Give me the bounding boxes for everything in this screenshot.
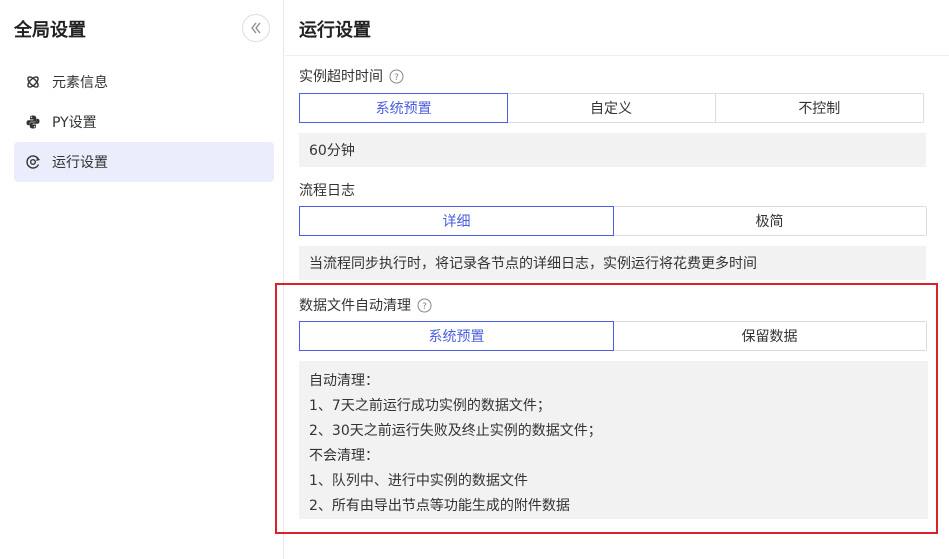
sidebar-nav: 元素信息 PY设置 运行设置	[14, 62, 274, 182]
cleanup-option-keep-data[interactable]: 保留数据	[613, 322, 926, 350]
log-option-detailed[interactable]: 详细	[299, 206, 614, 236]
timeout-label: 实例超时时间	[299, 69, 383, 85]
cleanup-rule-line: 1、7天之前运行成功实例的数据文件；	[309, 398, 551, 414]
sidebar-item-run-settings[interactable]: 运行设置	[14, 142, 274, 182]
log-option-minimal[interactable]: 极简	[613, 207, 926, 235]
cleanup-rule-line: 自动清理：	[309, 373, 379, 389]
timeout-option-system-preset[interactable]: 系统预置	[299, 93, 509, 123]
timeout-segmented-control: 系统预置 自定义 不控制	[299, 93, 924, 123]
element-icon	[24, 73, 42, 91]
sidebar: 全局设置 元素信息 PY设置 运行设置	[0, 0, 284, 559]
sidebar-title: 全局设置	[14, 20, 86, 41]
svg-text:?: ?	[394, 73, 399, 83]
cleanup-rule-line: 1、队列中、进行中实例的数据文件	[309, 473, 528, 489]
double-chevron-left-icon	[251, 22, 261, 34]
log-label: 流程日志	[299, 183, 355, 199]
python-icon	[24, 113, 42, 131]
cleanup-segmented-control: 系统预置 保留数据	[299, 321, 927, 351]
cleanup-option-system-preset[interactable]: 系统预置	[299, 321, 614, 351]
run-settings-icon	[24, 153, 42, 171]
svg-text:?: ?	[422, 302, 427, 312]
help-icon[interactable]: ?	[417, 298, 432, 313]
sidebar-item-py-settings[interactable]: PY设置	[14, 102, 274, 142]
page-title: 运行设置	[299, 20, 371, 41]
sidebar-item-label: 运行设置	[52, 155, 108, 171]
log-description: 当流程同步执行时，将记录各节点的详细日志，实例运行将花费更多时间	[299, 246, 926, 280]
timeout-value: 60分钟	[299, 133, 926, 167]
timeout-section-label: 实例超时时间 ?	[299, 66, 404, 86]
log-segmented-control: 详细 极简	[299, 206, 927, 236]
main-panel: 运行设置 实例超时时间 ? 系统预置 自定义 不控制 60分钟 流程日志 详细 …	[285, 0, 949, 559]
timeout-option-no-limit[interactable]: 不控制	[715, 94, 923, 122]
cleanup-rules: 自动清理： 1、7天之前运行成功实例的数据文件； 2、30天之前运行失败及终止实…	[299, 361, 928, 519]
cleanup-label: 数据文件自动清理	[299, 298, 411, 314]
sidebar-item-element-info[interactable]: 元素信息	[14, 62, 274, 102]
cleanup-rule-line: 2、所有由导出节点等功能生成的附件数据	[309, 498, 570, 514]
collapse-sidebar-button[interactable]	[242, 14, 270, 42]
cleanup-rule-line: 2、30天之前运行失败及终止实例的数据文件；	[309, 423, 602, 439]
cleanup-section-label: 数据文件自动清理 ?	[299, 295, 432, 315]
timeout-option-custom[interactable]: 自定义	[507, 94, 716, 122]
sidebar-item-label: PY设置	[52, 115, 97, 131]
log-section-label: 流程日志	[299, 180, 355, 200]
help-icon[interactable]: ?	[389, 69, 404, 84]
main-header: 运行设置	[285, 0, 949, 56]
cleanup-rule-line: 不会清理：	[309, 448, 379, 464]
sidebar-item-label: 元素信息	[52, 75, 108, 91]
